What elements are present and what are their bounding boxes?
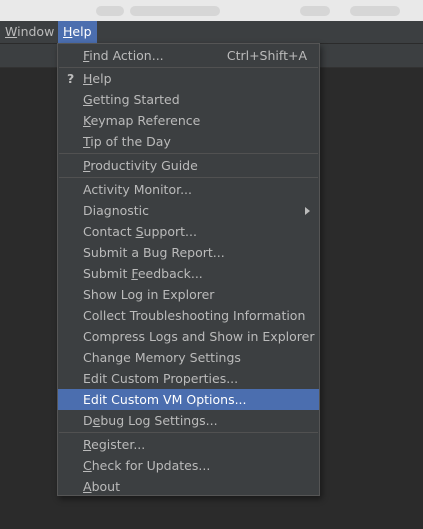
chevron-right-icon <box>305 207 310 215</box>
menu-item-activity-monitor[interactable]: Activity Monitor... <box>58 179 319 200</box>
menu-item-keymap-reference[interactable]: Keymap Reference <box>58 110 319 131</box>
menu-item-edit-custom-vm-options[interactable]: Edit Custom VM Options... <box>58 389 319 410</box>
menu-window[interactable]: Window <box>0 21 59 43</box>
menu-separator <box>59 153 318 154</box>
help-menu-dropdown: Find Action... Ctrl+Shift+A ? Help Getti… <box>57 43 320 496</box>
menu-item-edit-custom-properties[interactable]: Edit Custom Properties... <box>58 368 319 389</box>
menu-item-show-log[interactable]: Show Log in Explorer <box>58 284 319 305</box>
menu-item-compress-logs[interactable]: Compress Logs and Show in Explorer <box>58 326 319 347</box>
titlebar-blurred-region <box>350 6 400 16</box>
window-titlebar <box>0 0 423 21</box>
titlebar-blurred-region <box>96 6 124 16</box>
menu-item-submit-feedback[interactable]: Submit Feedback... <box>58 263 319 284</box>
shortcut-label: Ctrl+Shift+A <box>226 48 307 63</box>
menu-item-check-for-updates[interactable]: Check for Updates... <box>58 455 319 476</box>
menu-item-collect-troubleshooting[interactable]: Collect Troubleshooting Information <box>58 305 319 326</box>
titlebar-blurred-region <box>300 6 330 16</box>
menu-separator <box>59 432 318 433</box>
menu-item-contact-support[interactable]: Contact Support... <box>58 221 319 242</box>
menu-item-change-memory-settings[interactable]: Change Memory Settings <box>58 347 319 368</box>
menu-help[interactable]: Help <box>58 21 97 43</box>
menu-separator <box>59 177 318 178</box>
menu-item-productivity-guide[interactable]: Productivity Guide <box>58 155 319 176</box>
titlebar-blurred-region <box>130 6 220 16</box>
menu-item-about[interactable]: About <box>58 476 319 497</box>
menu-item-getting-started[interactable]: Getting Started <box>58 89 319 110</box>
menu-bar: Window Help <box>0 21 423 44</box>
menu-item-debug-log-settings[interactable]: Debug Log Settings... <box>58 410 319 431</box>
menu-item-diagnostic[interactable]: Diagnostic <box>58 200 319 221</box>
menu-item-tip-of-the-day[interactable]: Tip of the Day <box>58 131 319 152</box>
menu-item-find-action[interactable]: Find Action... Ctrl+Shift+A <box>58 45 319 66</box>
menu-item-submit-bug-report[interactable]: Submit a Bug Report... <box>58 242 319 263</box>
menu-item-register[interactable]: Register... <box>58 434 319 455</box>
help-question-icon: ? <box>67 71 75 86</box>
menu-item-help[interactable]: ? Help <box>58 68 319 89</box>
